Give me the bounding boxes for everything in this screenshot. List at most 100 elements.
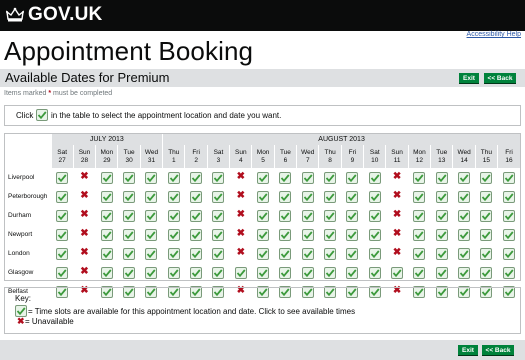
available-tick-icon[interactable] [480,190,493,204]
available-tick-icon[interactable] [346,190,359,204]
date-cell[interactable] [408,206,430,225]
date-cell[interactable] [408,168,430,187]
available-tick-icon[interactable] [346,247,359,261]
date-cell[interactable] [297,187,319,206]
date-cell[interactable] [163,187,185,206]
available-tick-icon[interactable] [279,228,292,242]
date-cell[interactable] [297,168,319,187]
available-tick-icon[interactable] [167,171,180,185]
available-tick-icon[interactable] [346,209,359,223]
available-tick-icon[interactable] [123,190,136,204]
date-cell[interactable] [118,263,140,282]
date-cell[interactable] [252,263,274,282]
available-tick-icon[interactable] [190,171,203,185]
date-cell[interactable] [341,263,363,282]
available-tick-icon[interactable] [212,266,225,280]
available-tick-icon[interactable] [480,171,493,185]
date-cell[interactable] [319,187,341,206]
available-tick-icon[interactable] [413,266,426,280]
available-tick-icon[interactable] [257,190,270,204]
available-tick-icon[interactable] [458,190,471,204]
available-tick-icon[interactable] [324,171,337,185]
date-cell[interactable] [319,263,341,282]
date-cell[interactable] [453,225,475,244]
date-cell[interactable] [163,225,185,244]
available-tick-icon[interactable] [458,247,471,261]
date-cell[interactable] [475,206,497,225]
date-cell[interactable] [230,263,252,282]
date-cell[interactable] [140,244,162,263]
available-tick-icon[interactable] [502,228,515,242]
date-cell[interactable] [431,263,453,282]
date-cell[interactable] [185,263,207,282]
available-tick-icon[interactable] [167,190,180,204]
date-cell[interactable] [341,225,363,244]
date-cell[interactable] [274,168,296,187]
available-tick-icon[interactable] [190,209,203,223]
available-tick-icon[interactable] [56,266,69,280]
date-cell[interactable] [453,206,475,225]
available-tick-icon[interactable] [324,266,337,280]
available-tick-icon[interactable] [480,209,493,223]
available-tick-icon[interactable] [502,171,515,185]
available-tick-icon[interactable] [190,266,203,280]
available-tick-icon[interactable] [257,171,270,185]
date-cell[interactable] [207,168,229,187]
available-tick-icon[interactable] [480,228,493,242]
date-cell[interactable] [475,168,497,187]
date-cell[interactable] [319,244,341,263]
available-tick-icon[interactable] [212,209,225,223]
available-tick-icon[interactable] [324,247,337,261]
available-tick-icon[interactable] [480,247,493,261]
available-tick-icon[interactable] [145,266,158,280]
available-tick-icon[interactable] [502,247,515,261]
date-cell[interactable] [274,187,296,206]
date-cell[interactable] [297,225,319,244]
available-tick-icon[interactable] [190,190,203,204]
available-tick-icon[interactable] [145,247,158,261]
date-cell[interactable] [163,263,185,282]
available-tick-icon[interactable] [435,228,448,242]
date-cell[interactable] [51,263,73,282]
date-cell[interactable] [498,225,520,244]
available-tick-icon[interactable] [324,190,337,204]
available-tick-icon[interactable] [458,228,471,242]
available-tick-icon[interactable] [123,209,136,223]
available-tick-icon[interactable] [167,247,180,261]
date-cell[interactable] [431,187,453,206]
date-cell[interactable] [274,206,296,225]
date-cell[interactable] [319,206,341,225]
date-cell[interactable] [297,206,319,225]
date-cell[interactable] [185,225,207,244]
available-tick-icon[interactable] [324,228,337,242]
available-tick-icon[interactable] [368,247,381,261]
date-cell[interactable] [274,225,296,244]
available-tick-icon[interactable] [413,209,426,223]
date-cell[interactable] [118,225,140,244]
available-tick-icon[interactable] [279,171,292,185]
available-tick-icon[interactable] [145,228,158,242]
available-tick-icon[interactable] [502,209,515,223]
date-cell[interactable] [297,263,319,282]
available-tick-icon[interactable] [100,209,113,223]
date-cell[interactable] [341,187,363,206]
available-tick-icon[interactable] [100,190,113,204]
available-tick-icon[interactable] [212,190,225,204]
date-cell[interactable] [475,244,497,263]
date-cell[interactable] [185,206,207,225]
date-cell[interactable] [96,244,118,263]
date-cell[interactable] [96,168,118,187]
govuk-logo-text[interactable]: GOV.UK [28,4,102,26]
date-cell[interactable] [364,206,386,225]
available-tick-icon[interactable] [100,171,113,185]
date-cell[interactable] [364,168,386,187]
available-tick-icon[interactable] [502,190,515,204]
date-cell[interactable] [498,263,520,282]
available-tick-icon[interactable] [145,171,158,185]
date-cell[interactable] [207,206,229,225]
date-cell[interactable] [96,263,118,282]
available-tick-icon[interactable] [391,266,404,280]
date-cell[interactable] [140,225,162,244]
date-cell[interactable] [364,263,386,282]
available-tick-icon[interactable] [56,228,69,242]
